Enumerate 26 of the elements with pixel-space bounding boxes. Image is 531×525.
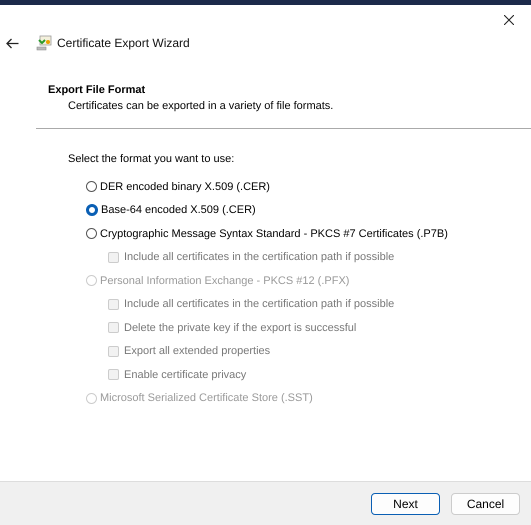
dialog-button[interactable]: Cancel bbox=[451, 492, 520, 514]
option-label: Delete the private key if the export is successful bbox=[124, 322, 356, 334]
option-label: Microsoft Serialized Certificate Store (.SST) bbox=[100, 392, 313, 404]
back-button[interactable] bbox=[4, 36, 21, 50]
option-label: Personal Information Exchange - PKCS #12 (.PFX) bbox=[100, 274, 350, 287]
back-arrow-icon bbox=[6, 38, 19, 48]
option-label: Enable certificate privacy bbox=[124, 368, 246, 381]
close-icon bbox=[504, 15, 514, 25]
option-label: Include all certificates in the certification path if possible bbox=[124, 251, 394, 264]
prompt-text: Select the format you want to use: bbox=[68, 153, 236, 165]
format-radio-option[interactable]: Base-64 encoded X.509 (.CER) bbox=[86, 198, 256, 222]
format-radio-option[interactable]: Cryptographic Message Syntax Standard - PKCS #7 Certificates (.P7B) bbox=[86, 222, 448, 246]
radio-button[interactable] bbox=[86, 228, 97, 240]
dialog-button[interactable]: Next bbox=[371, 492, 440, 514]
format-radio-option[interactable]: DER encoded binary X.509 (.CER) bbox=[86, 175, 270, 198]
radio-button[interactable] bbox=[86, 181, 97, 192]
certificate-icon bbox=[36, 35, 52, 51]
section-title: Export File Format bbox=[48, 84, 146, 96]
option-label: Export all extended properties bbox=[124, 345, 270, 358]
option-label: Base-64 encoded X.509 (.CER) bbox=[101, 204, 256, 216]
section-description: Certificates can be exported in a variety of file formats. bbox=[67, 99, 334, 112]
window-title: Certificate Export Wizard bbox=[57, 36, 190, 50]
option-label: Cryptographic Message Syntax Standard - PKCS #7 Certificates (.P7B) bbox=[100, 228, 448, 240]
option-label: DER encoded binary X.509 (.CER) bbox=[100, 180, 270, 193]
radio-button[interactable] bbox=[86, 204, 98, 216]
option-label: Include all certificates in the certification path if possible bbox=[124, 298, 394, 310]
